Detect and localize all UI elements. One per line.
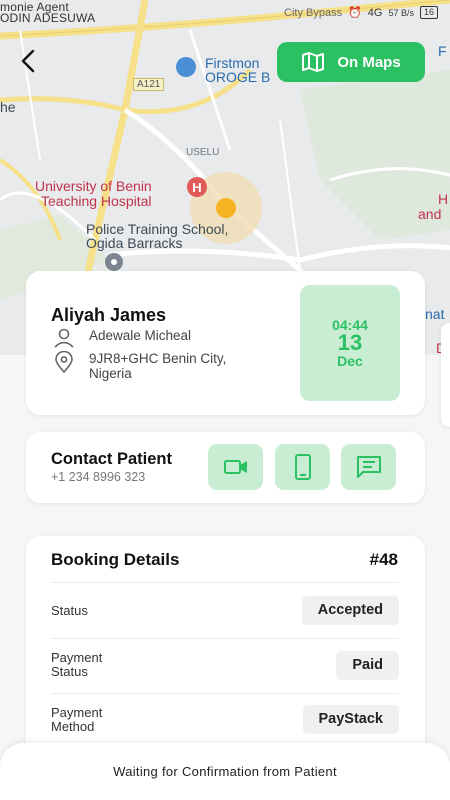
divider xyxy=(51,582,399,583)
appointment-month: Dec xyxy=(337,353,363,369)
map-label-uselu: USELU xyxy=(186,147,220,158)
booking-number: #48 xyxy=(369,550,398,569)
phone-call-button[interactable] xyxy=(275,444,330,490)
notif-line2: ODIN ADESUWA xyxy=(0,11,96,25)
alarm-icon: ⏰ xyxy=(348,7,362,19)
map-label-hospital2: Teaching Hospital xyxy=(41,193,152,209)
contact-card: Contact Patient +1 234 8996 323 xyxy=(26,432,425,503)
patient-address: 9JR8+GHC Benin City, Nigeria xyxy=(89,351,227,381)
map-label-bank2: OROGE B xyxy=(205,69,271,85)
map-icon xyxy=(302,52,325,72)
back-button[interactable] xyxy=(16,48,42,74)
map-label-right-f: F xyxy=(438,43,447,59)
video-call-button[interactable] xyxy=(208,444,263,490)
signal-label: 4G xyxy=(367,6,383,19)
payment-method-badge: PayStack xyxy=(302,705,399,734)
confirmation-footer: Waiting for Confirmation from Patient xyxy=(0,743,450,800)
on-maps-label: On Maps xyxy=(337,53,401,71)
patient-name: Aliyah James xyxy=(51,305,167,325)
payment-status-label: Payment Status xyxy=(51,650,103,679)
appointment-date-box: 04:44 13 Dec xyxy=(300,285,400,401)
network-speed: 57 B/s xyxy=(388,7,414,18)
svg-text:H: H xyxy=(192,180,201,195)
map-road-label: City Bypass xyxy=(284,6,343,19)
payment-status-badge: Paid xyxy=(336,651,399,680)
chevron-left-icon xyxy=(21,49,35,73)
status-notification: monie Agent ODIN ADESUWA xyxy=(0,1,96,25)
appointment-day: 13 xyxy=(337,330,363,355)
side-card-edge xyxy=(441,323,450,427)
payment-method-label: Payment Method xyxy=(51,705,103,734)
patient-card: Aliyah James Adewale Micheal 9JR8+GHC Be… xyxy=(26,271,425,415)
chat-message-icon xyxy=(356,456,381,478)
on-maps-button[interactable]: On Maps xyxy=(277,42,425,82)
message-button[interactable] xyxy=(341,444,396,490)
booking-title: Booking Details xyxy=(51,550,180,569)
divider xyxy=(51,638,399,639)
person-icon xyxy=(54,328,74,348)
status-bar: monie Agent ODIN ADESUWA City Bypass ⏰ 4… xyxy=(0,0,450,32)
map-label-right-nat: nat xyxy=(425,306,445,322)
contact-phone: +1 234 8996 323 xyxy=(51,470,146,484)
address-row: 9JR8+GHC Benin City, Nigeria xyxy=(53,351,273,381)
doctor-row: Adewale Micheal xyxy=(53,328,191,348)
map-label-right-and: and xyxy=(418,206,442,222)
footer-status-text: Waiting for Confirmation from Patient xyxy=(113,764,337,779)
mobile-phone-icon xyxy=(294,454,311,480)
battery-icon: 16 xyxy=(419,6,438,19)
status-label: Status xyxy=(51,603,88,618)
map-label-police2: Ogida Barracks xyxy=(86,235,183,251)
map-label-left: he xyxy=(0,99,16,115)
doctor-name: Adewale Micheal xyxy=(89,328,192,343)
video-camera-icon xyxy=(223,460,247,474)
divider xyxy=(51,693,399,694)
map-label-right-h: H xyxy=(438,191,449,207)
status-right: City Bypass ⏰ 4G 57 B/s 16 xyxy=(284,6,438,19)
location-pin-icon xyxy=(55,351,73,373)
map-label-a121: A121 xyxy=(133,78,165,91)
contact-title: Contact Patient xyxy=(51,450,173,468)
map-label-hospital1: University of Benin xyxy=(35,178,152,194)
status-value-badge: Accepted xyxy=(301,596,399,625)
